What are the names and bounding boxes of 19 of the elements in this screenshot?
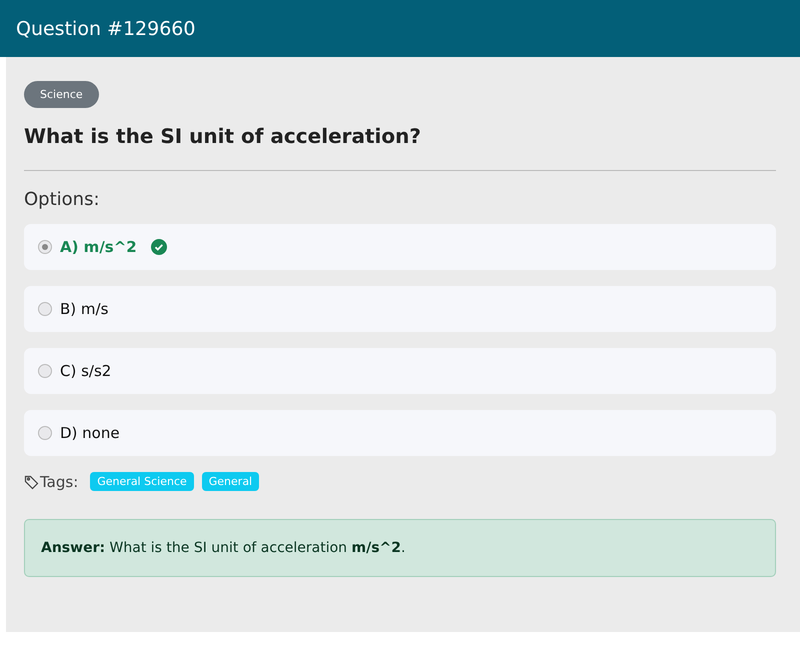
option-row[interactable]: B) m/s: [24, 286, 776, 332]
option-row[interactable]: A) m/s^2: [24, 224, 776, 270]
radio-button[interactable]: [38, 426, 52, 440]
answer-text: Answer: What is the SI unit of acceleration m/s^2.: [41, 540, 406, 556]
radio-button[interactable]: [38, 302, 52, 316]
radio-button[interactable]: [38, 240, 52, 254]
option-row[interactable]: C) s/s2: [24, 348, 776, 394]
tag-icon: [24, 474, 40, 490]
radio-button[interactable]: [38, 364, 52, 378]
question-text: What is the SI unit of acceleration?: [24, 124, 422, 148]
option-text: B) m/s: [60, 300, 108, 318]
options-heading: Options:: [24, 189, 101, 210]
tags-label: Tags:: [40, 472, 78, 490]
option-row[interactable]: D) none: [24, 410, 776, 456]
option-text: D) none: [60, 424, 120, 442]
category-badge: Science: [24, 81, 99, 108]
option-text: A) m/s^2: [60, 238, 137, 256]
page-title: Question #129660: [16, 18, 196, 40]
option-text: C) s/s2: [60, 362, 112, 380]
